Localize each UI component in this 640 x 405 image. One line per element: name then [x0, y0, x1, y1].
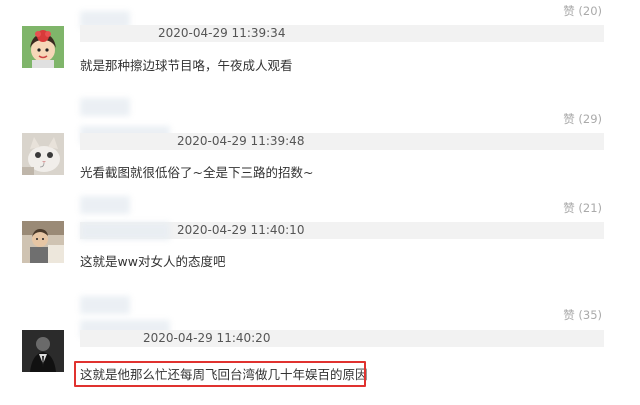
- like-button[interactable]: 赞 (20): [563, 3, 602, 19]
- comment-timestamp: 2020-04-29 11:40:10: [177, 223, 305, 237]
- cartoon-girl-avatar-icon[interactable]: [22, 26, 64, 68]
- comment-text: 就是那种擦边球节目咯，午夜成人观看: [80, 58, 293, 73]
- comment-meta-bar: [80, 133, 604, 150]
- username-redacted[interactable]: [80, 296, 130, 314]
- comment-text: 这就是ww对女人的态度吧: [80, 254, 226, 269]
- like-button[interactable]: 赞 (29): [563, 111, 602, 127]
- comment-timestamp: 2020-04-29 11:40:20: [143, 331, 271, 345]
- username-redacted[interactable]: [80, 196, 130, 214]
- comment-timestamp: 2020-04-29 11:39:34: [158, 26, 286, 40]
- username-redacted: [80, 222, 170, 240]
- child-photo-avatar-icon[interactable]: [22, 221, 64, 263]
- highlight-box: [74, 361, 366, 387]
- comment-timestamp: 2020-04-29 11:39:48: [177, 134, 305, 148]
- like-button[interactable]: 赞 (35): [563, 307, 602, 323]
- comment-text: 光看截图就很低俗了~全是下三路的招数~: [80, 165, 314, 180]
- username-redacted[interactable]: [80, 98, 130, 116]
- silhouette-avatar-icon[interactable]: [22, 330, 64, 372]
- cat-photo-avatar-icon[interactable]: [22, 133, 64, 175]
- like-button[interactable]: 赞 (21): [563, 200, 602, 216]
